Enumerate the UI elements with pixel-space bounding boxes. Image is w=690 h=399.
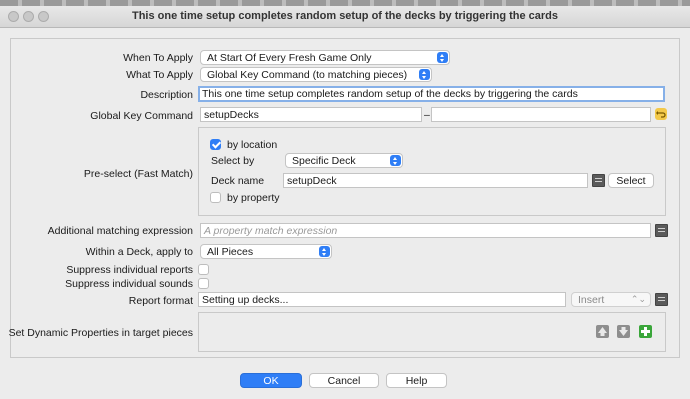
suppress-sounds-label: Suppress individual sounds xyxy=(65,278,193,290)
deck-select-button[interactable]: Select xyxy=(608,173,654,188)
insert-dropdown[interactable]: Insert ⌃⌄ xyxy=(571,292,651,307)
title-bar: This one time setup completes random set… xyxy=(0,6,690,28)
within-deck-dropdown[interactable]: All Pieces xyxy=(200,244,332,259)
expression-builder-icon[interactable] xyxy=(655,293,668,306)
report-format-label: Report format xyxy=(128,295,193,307)
when-to-apply-dropdown[interactable]: At Start Of Every Fresh Game Only xyxy=(200,50,450,65)
updown-chevron-icon: ⌃⌄ xyxy=(630,294,646,304)
additional-matching-field[interactable]: A property match expression xyxy=(200,223,651,238)
what-to-apply-dropdown[interactable]: Global Key Command (to matching pieces) xyxy=(200,67,432,82)
suppress-reports-checkbox[interactable] xyxy=(198,264,209,275)
global-key-command-secondary-field[interactable] xyxy=(431,107,651,122)
undo-arrow-icon[interactable] xyxy=(655,108,667,120)
within-deck-label: Within a Deck, apply to xyxy=(85,246,193,258)
ok-button[interactable]: OK xyxy=(240,373,302,388)
within-deck-value: All Pieces xyxy=(207,246,254,258)
description-label: Description xyxy=(140,89,193,101)
cancel-button[interactable]: Cancel xyxy=(309,373,379,388)
additional-matching-label: Additional matching expression xyxy=(47,225,193,237)
expression-builder-icon[interactable] xyxy=(655,224,668,237)
dropdown-arrows-icon xyxy=(319,246,330,257)
by-property-checkbox[interactable] xyxy=(210,192,221,203)
by-location-label: by location xyxy=(227,139,278,151)
when-to-apply-value: At Start Of Every Fresh Game Only xyxy=(207,52,372,64)
global-key-command-label: Global Key Command xyxy=(90,110,193,122)
key-command-separator: – xyxy=(424,109,430,121)
dropdown-arrows-icon xyxy=(437,52,448,63)
deck-name-label: Deck name xyxy=(211,175,265,187)
global-key-command-field[interactable]: setupDecks xyxy=(200,107,422,122)
insert-label: Insert xyxy=(578,294,605,306)
help-button[interactable]: Help xyxy=(386,373,447,388)
suppress-reports-label: Suppress individual reports xyxy=(66,264,193,276)
additional-matching-placeholder: A property match expression xyxy=(204,225,338,237)
dropdown-arrows-icon xyxy=(419,69,430,80)
expression-builder-icon[interactable] xyxy=(592,174,605,187)
select-by-label: Select by xyxy=(211,155,255,167)
select-by-dropdown[interactable]: Specific Deck xyxy=(285,153,403,168)
deck-name-field[interactable]: setupDeck xyxy=(283,173,588,188)
by-property-label: by property xyxy=(227,192,280,204)
report-format-field[interactable]: Setting up decks... xyxy=(198,292,566,307)
dropdown-arrows-icon xyxy=(390,155,401,166)
by-location-checkbox[interactable] xyxy=(210,139,221,150)
window-title: This one time setup completes random set… xyxy=(131,10,559,22)
select-by-value: Specific Deck xyxy=(292,155,356,167)
preselect-label: Pre-select (Fast Match) xyxy=(83,168,193,180)
what-to-apply-label: What To Apply xyxy=(126,69,193,81)
move-down-icon[interactable] xyxy=(617,325,630,338)
add-icon[interactable] xyxy=(639,325,652,338)
dynamic-properties-label: Set Dynamic Properties in target pieces xyxy=(8,327,193,339)
move-up-icon[interactable] xyxy=(596,325,609,338)
when-to-apply-label: When To Apply xyxy=(123,52,193,64)
description-field[interactable]: This one time setup completes random set… xyxy=(198,86,665,102)
what-to-apply-value: Global Key Command (to matching pieces) xyxy=(207,69,408,81)
suppress-sounds-checkbox[interactable] xyxy=(198,278,209,289)
